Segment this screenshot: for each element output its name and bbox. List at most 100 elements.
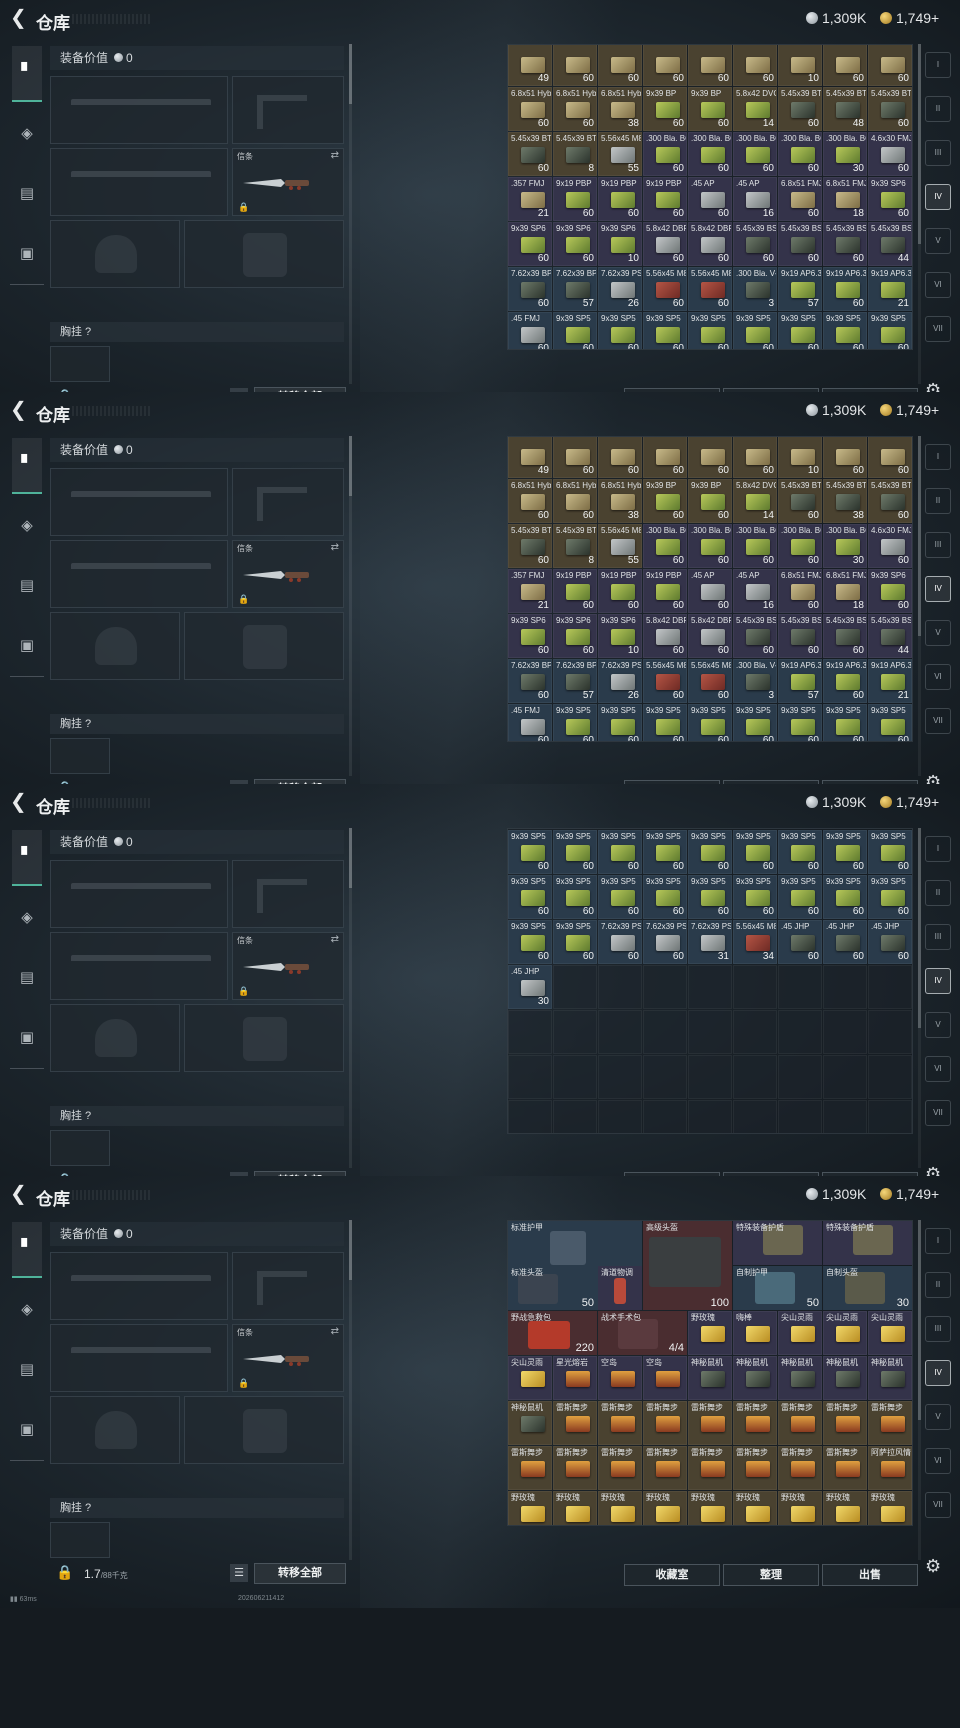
consumable-item[interactable]: 星光熔岩	[553, 1356, 597, 1400]
primary-weapon-slot[interactable]	[50, 860, 228, 928]
chest-rig-header[interactable]: 胸挂 ?	[50, 1498, 344, 1518]
ammo-item[interactable]: .357 FMJ 21	[508, 177, 552, 221]
gear-item-2[interactable]: 高级头盔 100	[643, 1221, 732, 1310]
gear-item-5[interactable]: 标准头盔 50	[508, 1266, 597, 1310]
stash-page-icon-4[interactable]: IV	[925, 1360, 951, 1386]
weapon-tab-icon[interactable]: ▘	[12, 438, 42, 494]
ammo-item[interactable]: 5.56x45 M855 55	[598, 524, 642, 568]
scrollbar-thumb[interactable]	[918, 828, 921, 1028]
ammo-item[interactable]: 9x39 SP5 60	[733, 875, 777, 919]
ammo-item[interactable]: 5.45x39 BS 60	[733, 222, 777, 266]
ammo-item[interactable]: 10	[778, 45, 822, 86]
ammo-item[interactable]: 5.8x42 DBP10 60	[643, 614, 687, 658]
ammo-item[interactable]: 9x39 SP5 60	[598, 312, 642, 349]
stash-page-icon-6[interactable]: VI	[925, 664, 951, 690]
ammo-item[interactable]: .300 Bla. BCP FMJ 60	[688, 132, 732, 176]
stash-page-icon-5[interactable]: V	[925, 228, 951, 254]
ammo-item[interactable]: 5.45x39 BT 60	[508, 132, 552, 176]
ammo-item[interactable]: 5.45x39 BS 60	[823, 614, 867, 658]
stash-page-icon-3[interactable]: III	[925, 140, 951, 166]
helmet-slot[interactable]	[50, 1004, 180, 1072]
stash-page-icon-4[interactable]: IV	[925, 184, 951, 210]
stash-scrollbar[interactable]	[918, 44, 921, 384]
sell-button[interactable]: 出售	[822, 1564, 918, 1586]
ammo-item[interactable]: 5.56x45 M855 55	[598, 132, 642, 176]
stash-page-icon-5[interactable]: V	[925, 1012, 951, 1038]
ammo-item[interactable]: 9x39 SP5 60	[868, 704, 912, 741]
stash-scrollbar[interactable]	[918, 436, 921, 776]
consumable-item[interactable]: 雷斯舞步	[598, 1446, 642, 1490]
ammo-item[interactable]: 7.62x39 BP 60	[508, 659, 552, 703]
primary-weapon-slot[interactable]	[50, 468, 228, 536]
ammo-item[interactable]: 5.56x45 M855A1 60	[643, 659, 687, 703]
list-icon[interactable]: ☰	[230, 1564, 248, 1582]
gear-item-10[interactable]: 战术手术包 4/4	[598, 1311, 687, 1355]
consumable-item[interactable]: 神秘鼠机	[778, 1356, 822, 1400]
ammo-item[interactable]: 9x39 SP6 10	[598, 614, 642, 658]
ammo-item[interactable]: 9x39 BP 60	[643, 479, 687, 523]
move-all-button[interactable]: 转移全部	[254, 1563, 346, 1584]
ammo-item[interactable]: 5.45x39 BT 60	[868, 479, 912, 523]
armor-slot[interactable]	[184, 1396, 344, 1464]
ammo-item[interactable]: 6.8x51 Hybrid 60	[553, 479, 597, 523]
loadout-scrollbar[interactable]	[349, 44, 352, 384]
scrollbar-thumb[interactable]	[349, 1220, 352, 1280]
ammo-item[interactable]: .45 FMJ 60	[508, 704, 552, 741]
ammo-item[interactable]: 7.62x39 PS 26	[598, 267, 642, 311]
stash-page-icon-3[interactable]: III	[925, 1316, 951, 1342]
ammo-item[interactable]: 9x39 SP5 60	[598, 875, 642, 919]
ammo-item[interactable]: 5.45x39 BS 60	[823, 222, 867, 266]
ammo-item[interactable]: 5.56x45 M855A1 60	[688, 659, 732, 703]
stash-page-icon-6[interactable]: VI	[925, 1448, 951, 1474]
ammo-item[interactable]: 60	[643, 437, 687, 478]
ammo-item[interactable]: .45 JHP 30	[508, 965, 552, 1009]
ammo-item[interactable]: 5.45x39 BT 60	[778, 87, 822, 131]
ammo-item[interactable]: 9x39 SP5 60	[553, 875, 597, 919]
helmet-slot[interactable]	[50, 220, 180, 288]
ammo-item[interactable]: 9x39 BP 60	[688, 479, 732, 523]
loadout-scrollbar[interactable]	[349, 436, 352, 776]
consumable-item[interactable]: 野玫瑰	[868, 1491, 912, 1525]
ammo-item[interactable]: 60	[733, 437, 777, 478]
ammo-item[interactable]: .45 FMJ 60	[508, 312, 552, 349]
chest-rig-header[interactable]: 胸挂 ?	[50, 714, 344, 734]
consumable-item[interactable]: 雷斯舞步	[643, 1401, 687, 1445]
gear-item-7[interactable]: 自制护甲 50	[733, 1266, 822, 1310]
consumable-item[interactable]: 野玫瑰	[778, 1491, 822, 1525]
ammo-item[interactable]: 6.8x51 FMJ 18	[823, 569, 867, 613]
ammo-item[interactable]: .357 FMJ 21	[508, 569, 552, 613]
melee-slot[interactable]: 信条 ⇄ 🔒	[232, 932, 344, 1000]
loadout-scrollbar[interactable]	[349, 828, 352, 1168]
ammo-item[interactable]: 5.8x42 DBP10 60	[643, 222, 687, 266]
ammo-item[interactable]: 9x39 SP5 60	[643, 312, 687, 349]
consumable-item[interactable]: 神秘鼠机	[868, 1356, 912, 1400]
stash-page-icon-1[interactable]: I	[925, 836, 951, 862]
ammo-item[interactable]: 9x39 SP5 60	[778, 704, 822, 741]
ammo-item[interactable]: 5.45x39 BS 60	[778, 614, 822, 658]
ammo-item[interactable]: 9x39 BP 60	[688, 87, 732, 131]
swap-icon[interactable]: ⇄	[331, 1326, 339, 1337]
consumable-item[interactable]: 神秘鼠机	[823, 1356, 867, 1400]
ammo-item[interactable]: 5.45x39 BS 44	[868, 614, 912, 658]
ammo-item[interactable]: 9x39 SP5 60	[778, 875, 822, 919]
chest-rig-header[interactable]: 胸挂 ?	[50, 1106, 344, 1126]
ammo-item[interactable]: .300 Bla. V-Max 3	[733, 659, 777, 703]
ammo-item[interactable]: 9x39 SP5 60	[643, 704, 687, 741]
ammo-item[interactable]: 5.45x39 BT 60	[868, 87, 912, 131]
consumable-item[interactable]: 阿萨拉风情	[868, 1446, 912, 1490]
ammo-item[interactable]: .45 JHP 60	[823, 920, 867, 964]
ammo-item[interactable]: 60	[868, 437, 912, 478]
ammo-item[interactable]: 60	[733, 45, 777, 86]
stash-page-icon-7[interactable]: VII	[925, 708, 951, 734]
ammo-item[interactable]: 5.45x39 BS 60	[778, 222, 822, 266]
consumable-item[interactable]: 雷斯舞步	[643, 1446, 687, 1490]
ammo-item[interactable]: 5.45x39 BT 8	[553, 132, 597, 176]
ammo-item[interactable]: 6.8x51 FMJ 60	[778, 177, 822, 221]
pistol-slot[interactable]	[232, 860, 344, 928]
ammo-item[interactable]: 9x19 PBP 60	[643, 177, 687, 221]
stash-page-icon-4[interactable]: IV	[925, 576, 951, 602]
gold-currency[interactable]: 1,749+	[880, 402, 939, 418]
chest-rig-slot[interactable]	[50, 346, 110, 382]
ammo-item[interactable]: 9x19 PBP 60	[598, 177, 642, 221]
gear-item-4[interactable]: 特殊装备护盾	[823, 1221, 912, 1265]
